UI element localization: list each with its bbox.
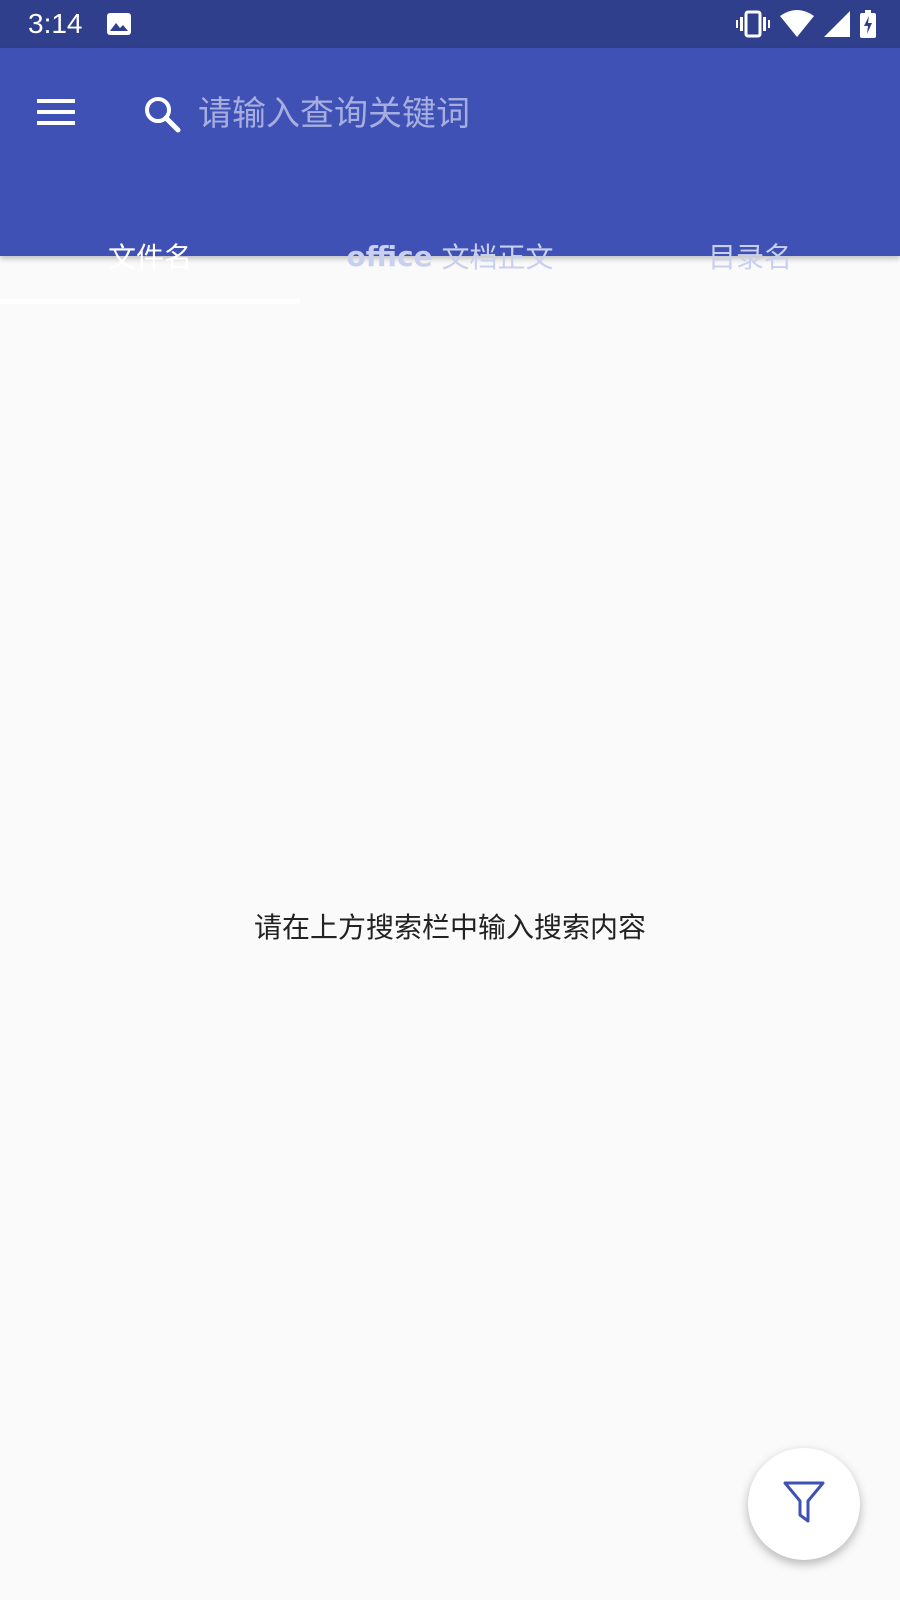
app-bar: 文件名 office 文档正文 目录名 [0, 48, 900, 304]
tab-label-suffix: 文档正文 [432, 241, 554, 274]
status-bar: 3:14 [0, 0, 900, 48]
search-icon [140, 92, 184, 136]
search-box[interactable] [140, 72, 860, 156]
vibrate-icon [736, 10, 770, 38]
wifi-icon [780, 10, 814, 38]
menu-button[interactable] [20, 78, 92, 150]
tab-bar: 文件名 office 文档正文 目录名 [0, 208, 900, 304]
battery-charging-icon [860, 10, 876, 38]
filter-icon [782, 1479, 826, 1529]
tab-filename[interactable]: 文件名 [0, 208, 300, 304]
image-icon [106, 12, 132, 36]
status-icons [736, 8, 876, 40]
cell-signal-icon [824, 11, 850, 37]
tab-directory-name[interactable]: 目录名 [600, 208, 900, 304]
filter-button[interactable] [748, 1448, 860, 1560]
tab-label: 文件名 [107, 241, 192, 274]
tab-label-prefix: office [346, 239, 433, 273]
search-input[interactable] [196, 83, 860, 145]
empty-state-message: 请在上方搜索栏中输入搜索内容 [253, 911, 646, 944]
tab-label: 目录名 [707, 241, 792, 274]
hamburger-menu-icon [37, 98, 75, 130]
tab-office-content[interactable]: office 文档正文 [300, 208, 600, 304]
screen: 3:14 请输入查询关键词 文件名 office 文档正文 目录名 请在上方搜索… [0, 0, 900, 1600]
status-time: 3:14 [28, 8, 83, 39]
